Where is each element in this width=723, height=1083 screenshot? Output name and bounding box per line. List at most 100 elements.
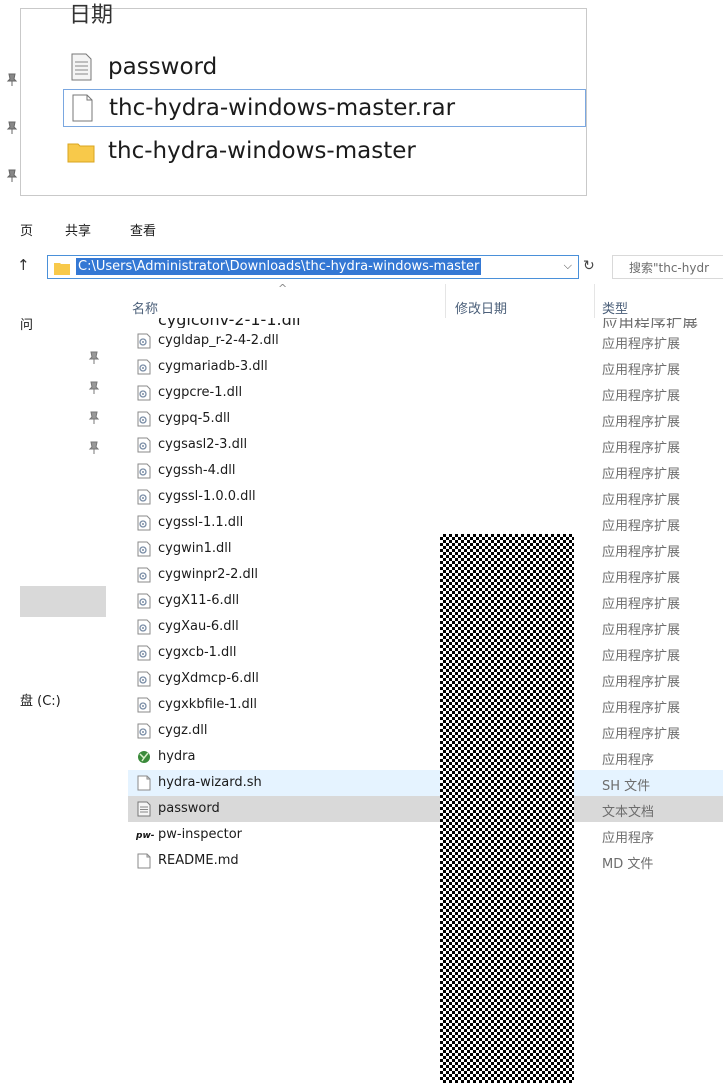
pin-icon <box>6 72 18 86</box>
file-row[interactable]: cygxkbfile-1.dll 应用程序扩展 <box>128 692 723 718</box>
file-type: 应用程序扩展 <box>602 701 681 716</box>
search-input[interactable]: 搜索"thc-hydr <box>612 255 723 279</box>
file-row[interactable]: cygssl-1.1.dll 应用程序扩展 <box>128 510 723 536</box>
ribbon-tabs: 页 共享 查看 <box>0 208 723 248</box>
file-type: 应用程序扩展 <box>602 415 681 430</box>
zoomed-item-folder[interactable]: thc-hydra-windows-master <box>66 133 416 169</box>
text-document-icon <box>136 801 152 817</box>
chevron-down-icon[interactable]: ⌵ <box>564 259 572 273</box>
file-type: 应用程序扩展 <box>602 571 681 586</box>
file-row[interactable]: hydra-wizard.sh SH 文件 <box>128 770 723 796</box>
tab-share[interactable]: 共享 <box>65 220 91 239</box>
file-name: cygxcb-1.dll <box>158 645 237 660</box>
zoomed-item-label: password <box>108 54 218 80</box>
file-row[interactable]: cygpcre-1.dll 应用程序扩展 <box>128 380 723 406</box>
hydra-app-icon <box>136 749 152 765</box>
column-header-name[interactable]: 名称 <box>132 298 158 317</box>
file-type: 应用程序扩展 <box>602 318 699 328</box>
file-type: 应用程序扩展 <box>602 649 681 664</box>
generic-file-icon <box>136 775 152 791</box>
file-row[interactable]: cygsasl2-3.dll 应用程序扩展 <box>128 432 723 458</box>
file-type: 应用程序 <box>602 753 655 768</box>
column-divider[interactable] <box>445 284 446 318</box>
file-row[interactable]: cygX11-6.dll 应用程序扩展 <box>128 588 723 614</box>
nav-selected-item[interactable] <box>20 586 106 617</box>
pin-icon <box>88 440 100 454</box>
dll-icon <box>136 515 152 531</box>
file-row[interactable]: cygssh-4.dll 应用程序扩展 <box>128 458 723 484</box>
file-row[interactable]: cygssl-1.0.0.dll 应用程序扩展 <box>128 484 723 510</box>
dll-icon <box>136 619 152 635</box>
zoomed-item-label: thc-hydra-windows-master.rar <box>109 95 456 121</box>
zoomed-item-password[interactable]: password <box>66 49 217 85</box>
zoomed-item-rar[interactable]: thc-hydra-windows-master.rar <box>63 89 586 127</box>
cut-column-header: 日期 <box>69 3 114 28</box>
sort-ascending-icon: ^ <box>278 282 288 295</box>
address-bar[interactable]: C:\Users\Administrator\Downloads\thc-hyd… <box>47 255 579 279</box>
file-row[interactable]: README.md MD 文件 <box>128 848 723 874</box>
dll-icon <box>136 671 152 687</box>
file-name: cygXdmcp-6.dll <box>158 671 259 686</box>
file-type: 应用程序扩展 <box>602 545 681 560</box>
file-type: 应用程序 <box>602 831 655 846</box>
file-row[interactable]: cygXau-6.dll 应用程序扩展 <box>128 614 723 640</box>
file-row[interactable]: pw-i pw-inspector 应用程序 <box>128 822 723 848</box>
nav-item-drive-c[interactable]: 盘 (C:) <box>20 690 61 709</box>
dll-icon <box>136 359 152 375</box>
file-type: 应用程序扩展 <box>602 363 681 378</box>
redacted-date-column <box>440 534 574 1083</box>
file-type: MD 文件 <box>602 857 654 872</box>
pin-icon <box>88 410 100 424</box>
address-bar-row: ↑ C:\Users\Administrator\Downloads\thc-h… <box>0 248 723 284</box>
dll-icon <box>136 463 152 479</box>
up-arrow-icon[interactable]: ↑ <box>17 256 30 274</box>
dll-icon <box>136 489 152 505</box>
file-type: 应用程序扩展 <box>602 727 681 742</box>
pin-icon <box>6 168 18 182</box>
file-row[interactable]: cygz.dll 应用程序扩展 <box>128 718 723 744</box>
file-row[interactable]: cygwinpr2-2.dll 应用程序扩展 <box>128 562 723 588</box>
dll-icon <box>136 697 152 713</box>
file-name: cygz.dll <box>158 723 208 738</box>
file-row[interactable]: password 文本文档 <box>128 796 723 822</box>
file-name: cygiconv-2-1-1.dll <box>158 318 301 328</box>
file-row[interactable]: cygXdmcp-6.dll 应用程序扩展 <box>128 666 723 692</box>
file-name: password <box>158 801 220 816</box>
address-path[interactable]: C:\Users\Administrator\Downloads\thc-hyd… <box>76 258 482 275</box>
column-divider[interactable] <box>594 284 595 318</box>
file-name: cygwinpr2-2.dll <box>158 567 259 582</box>
dll-icon <box>136 385 152 401</box>
file-type: SH 文件 <box>602 779 651 794</box>
file-name: cygssl-1.0.0.dll <box>158 489 256 504</box>
file-list: ^ 名称 修改日期 类型 cygiconv-2-1-1.dll 应用程序扩展 c… <box>128 282 723 875</box>
search-placeholder: 搜索"thc-hydr <box>629 261 710 275</box>
file-row[interactable]: cygpq-5.dll 应用程序扩展 <box>128 406 723 432</box>
generic-file-icon <box>136 853 152 869</box>
file-row[interactable]: cygxcb-1.dll 应用程序扩展 <box>128 640 723 666</box>
refresh-icon[interactable]: ↻ <box>583 258 595 274</box>
tab-home[interactable]: 页 <box>20 220 33 239</box>
folder-icon <box>54 260 70 275</box>
column-header-date[interactable]: 修改日期 <box>455 298 507 317</box>
file-type: 文本文档 <box>602 805 655 820</box>
dll-icon <box>136 541 152 557</box>
file-name: cygXau-6.dll <box>158 619 239 634</box>
file-name: cygpq-5.dll <box>158 411 231 426</box>
file-explorer-window: 页 共享 查看 ↑ C:\Users\Administrator\Downloa… <box>0 208 723 1083</box>
dll-icon <box>136 567 152 583</box>
file-name: README.md <box>158 853 239 868</box>
tab-view[interactable]: 查看 <box>130 220 156 239</box>
dll-icon <box>136 723 152 739</box>
file-row[interactable]: hydra 应用程序 <box>128 744 723 770</box>
file-type: 应用程序扩展 <box>602 597 681 612</box>
dll-icon <box>136 411 152 427</box>
file-type: 应用程序扩展 <box>602 441 681 456</box>
file-row[interactable]: cygldap_r-2-4-2.dll 应用程序扩展 <box>128 328 723 354</box>
file-row[interactable]: cygwin1.dll 应用程序扩展 <box>128 536 723 562</box>
partially-hidden-row[interactable]: cygiconv-2-1-1.dll 应用程序扩展 <box>128 318 723 328</box>
file-name: pw-inspector <box>158 827 242 842</box>
zoomed-item-label: thc-hydra-windows-master <box>108 138 416 164</box>
column-header-type[interactable]: 类型 <box>602 298 628 317</box>
file-row[interactable]: cygmariadb-3.dll 应用程序扩展 <box>128 354 723 380</box>
nav-item-fragment[interactable]: 问 <box>20 314 33 333</box>
